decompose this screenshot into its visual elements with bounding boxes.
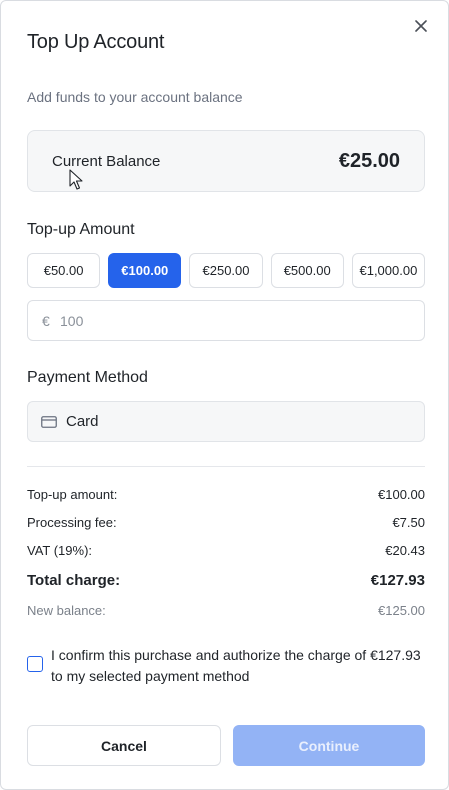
summary-fee-value: €7.50 [392, 515, 425, 530]
payment-method-value: Card [66, 413, 99, 430]
amount-option-button[interactable]: €1,000.00 [351, 253, 426, 288]
amount-option-button[interactable]: €500.00 [270, 253, 344, 288]
amount-option-button[interactable]: €50.00 [27, 253, 101, 288]
currency-symbol: € [42, 312, 50, 329]
divider [27, 466, 425, 467]
confirm-purchase-text: I confirm this purchase and authorize th… [51, 647, 421, 684]
payment-method-label: Payment Method [27, 369, 148, 386]
confirm-purchase-row: I confirm this purchase and authorize th… [27, 645, 427, 687]
custom-amount-input[interactable] [60, 312, 380, 329]
summary-vat-value: €20.43 [385, 543, 425, 558]
amount-option-button[interactable]: €100.00 [108, 253, 182, 288]
topup-amount-label: Top-up Amount [27, 221, 135, 238]
dialog-subtitle: Add funds to your account balance [27, 89, 243, 105]
amount-option-button[interactable]: €250.00 [189, 253, 263, 288]
summary-fee-row: Processing fee: €7.50 [27, 515, 425, 530]
current-balance-label: Current Balance [52, 152, 161, 170]
dialog-title: Top Up Account [27, 31, 165, 53]
cancel-button[interactable]: Cancel [27, 725, 221, 766]
custom-amount-field[interactable]: € [27, 300, 425, 341]
confirm-checkbox[interactable] [27, 656, 43, 672]
summary-vat-row: VAT (19%): €20.43 [27, 543, 425, 558]
payment-method-select[interactable]: Card [27, 401, 425, 442]
amount-preset-group: €50.00 €100.00 €250.00 €500.00 €1,000.00 [27, 253, 426, 288]
continue-button[interactable]: Continue [233, 725, 425, 766]
summary-new-balance-value: €125.00 [378, 603, 425, 618]
summary-topup-row: Top-up amount: €100.00 [27, 487, 425, 502]
summary-new-balance-row: New balance: €125.00 [27, 603, 425, 618]
top-up-dialog: Top Up Account Add funds to your account… [0, 0, 449, 790]
close-icon [415, 20, 427, 32]
summary-fee-label: Processing fee: [27, 515, 117, 530]
summary-total-value: €127.93 [370, 572, 425, 589]
summary-total-label: Total charge: [27, 572, 121, 589]
summary-new-balance-label: New balance: [27, 603, 106, 618]
credit-card-icon [41, 415, 57, 428]
summary-topup-label: Top-up amount: [27, 487, 118, 502]
summary-total-row: Total charge: €127.93 [27, 572, 425, 589]
current-balance-value: €25.00 [338, 149, 400, 172]
summary-topup-value: €100.00 [378, 487, 425, 502]
summary-vat-label: VAT (19%): [27, 543, 93, 558]
close-button[interactable] [412, 17, 430, 35]
current-balance-card: Current Balance €25.00 [27, 130, 425, 192]
